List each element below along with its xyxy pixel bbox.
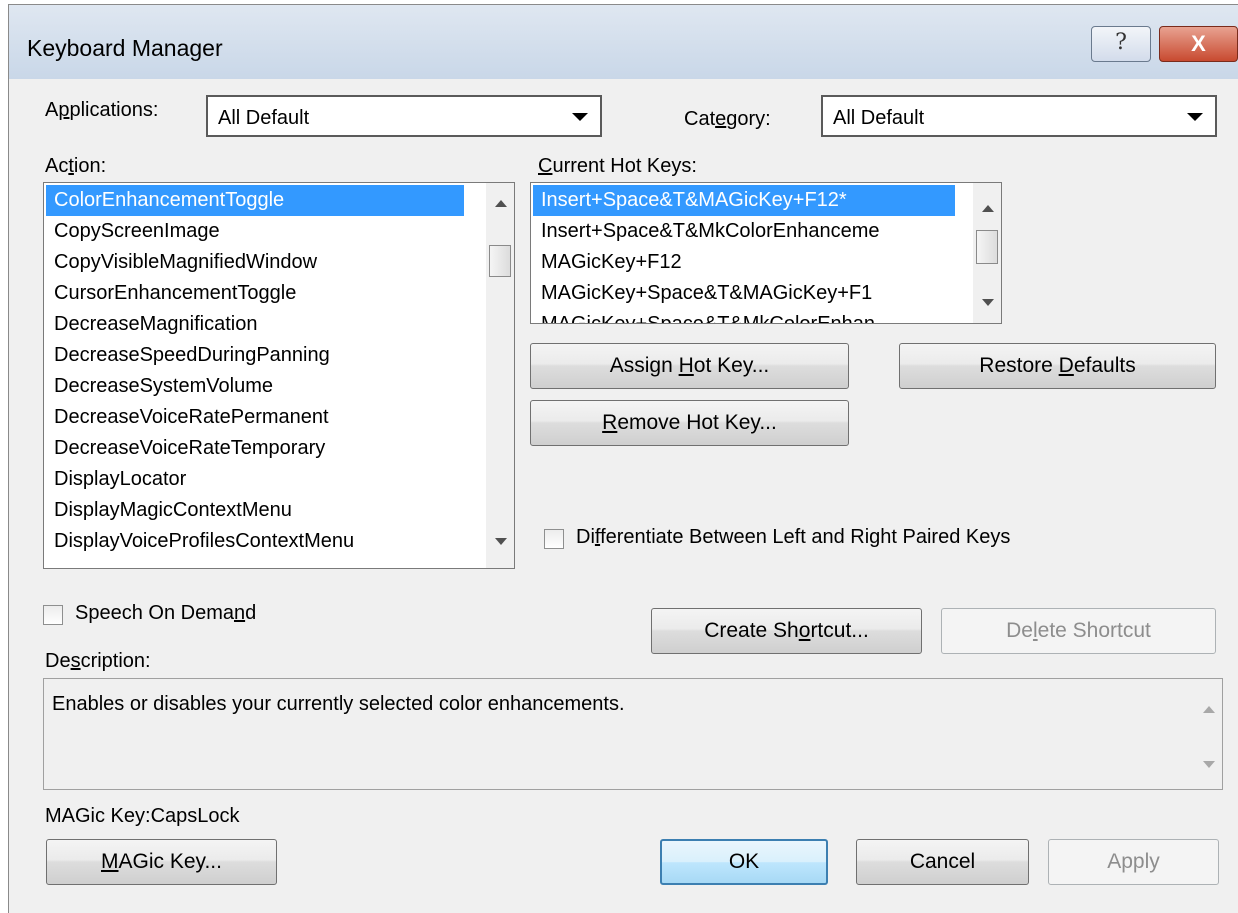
differentiate-checkbox[interactable]	[544, 529, 564, 549]
applications-value: All Default	[218, 107, 310, 129]
list-item[interactable]: MAGicKey+Space&T&MkColorEnhan	[533, 309, 955, 323]
list-item[interactable]: DecreaseSystemVolume	[46, 371, 464, 402]
magic-key-button[interactable]: MAGic Key...	[46, 839, 277, 885]
category-label: Category:	[684, 108, 771, 130]
speech-on-demand-label: Speech On Demand	[75, 602, 257, 624]
list-item[interactable]: Insert+Space&T&MAGicKey+F12*	[533, 185, 955, 216]
action-scrollbar[interactable]	[486, 183, 514, 568]
hot-keys-listbox[interactable]: Insert+Space&T&MAGicKey+F12* Insert+Space…	[530, 182, 1002, 324]
description-text: Enables or disables your currently selec…	[52, 693, 625, 715]
list-item[interactable]: DecreaseVoiceRatePermanent	[46, 402, 464, 433]
chevron-down-icon	[1187, 113, 1203, 121]
keyboard-manager-dialog: Keyboard Manager ? X Applications: All D…	[8, 4, 1238, 913]
cancel-button[interactable]: Cancel	[856, 839, 1029, 885]
scroll-thumb[interactable]	[489, 245, 511, 277]
action-label: Action:	[45, 155, 107, 177]
list-item[interactable]: CopyScreenImage	[46, 216, 464, 247]
list-item[interactable]: DisplayVoiceProfilesContextMenu	[46, 526, 464, 557]
hot-keys-items: Insert+Space&T&MAGicKey+F12* Insert+Space…	[533, 185, 955, 323]
applications-select[interactable]: All Default	[206, 95, 602, 137]
list-item[interactable]: DisplayMagicContextMenu	[46, 495, 464, 526]
create-shortcut-button[interactable]: Create Shortcut...	[651, 608, 922, 654]
action-items: ColorEnhancementToggle CopyScreenImage Cop…	[46, 185, 464, 557]
scroll-down-icon[interactable]	[982, 299, 994, 306]
scroll-down-icon[interactable]	[1203, 761, 1215, 768]
hot-keys-scrollbar[interactable]	[973, 183, 1001, 323]
applications-label: Applications:	[45, 99, 159, 121]
list-item[interactable]: DecreaseSpeedDuringPanning	[46, 340, 464, 371]
window-title: Keyboard Manager	[27, 35, 223, 61]
speech-on-demand-checkbox[interactable]	[43, 605, 63, 625]
chevron-down-icon	[572, 113, 588, 121]
assign-hot-key-button[interactable]: Assign Hot Key...	[530, 343, 849, 389]
list-item[interactable]: CopyVisibleMagnifiedWindow	[46, 247, 464, 278]
action-listbox[interactable]: ColorEnhancementToggle CopyScreenImage Cop…	[43, 182, 515, 569]
description-label: Description:	[45, 650, 151, 672]
scroll-thumb[interactable]	[976, 230, 998, 264]
scroll-up-icon[interactable]	[495, 200, 507, 207]
magic-key-status: MAGic Key:CapsLock	[45, 805, 240, 827]
list-item[interactable]: CursorEnhancementToggle	[46, 278, 464, 309]
list-item[interactable]: MAGicKey+F12	[533, 247, 955, 278]
scroll-up-icon[interactable]	[982, 205, 994, 212]
scroll-up-icon[interactable]	[1203, 706, 1215, 713]
list-item[interactable]: DecreaseMagnification	[46, 309, 464, 340]
close-button[interactable]: X	[1159, 26, 1238, 62]
delete-shortcut-button[interactable]: Delete Shortcut	[941, 608, 1216, 654]
category-value: All Default	[833, 107, 925, 129]
category-select[interactable]: All Default	[821, 95, 1217, 137]
apply-button[interactable]: Apply	[1048, 839, 1219, 885]
title-bar[interactable]: Keyboard Manager ? X	[9, 5, 1238, 79]
help-icon: ?	[1115, 30, 1127, 55]
restore-defaults-button[interactable]: Restore Defaults	[899, 343, 1216, 389]
list-item[interactable]: MAGicKey+Space&T&MAGicKey+F1	[533, 278, 955, 309]
list-item[interactable]: DisplayLocator	[46, 464, 464, 495]
ok-button[interactable]: OK	[660, 839, 828, 885]
description-scrollbar[interactable]	[1194, 679, 1222, 789]
differentiate-label: Differentiate Between Left and Right Pai…	[576, 526, 1011, 548]
close-icon: X	[1191, 31, 1206, 56]
current-hot-keys-label: Current Hot Keys:	[538, 155, 697, 177]
help-button[interactable]: ?	[1091, 26, 1151, 62]
list-item[interactable]: Insert+Space&T&MkColorEnhanceme	[533, 216, 955, 247]
description-box[interactable]: Enables or disables your currently selec…	[43, 678, 1223, 790]
scroll-down-icon[interactable]	[495, 538, 507, 545]
remove-hot-key-button[interactable]: Remove Hot Key...	[530, 400, 849, 446]
list-item[interactable]: DecreaseVoiceRateTemporary	[46, 433, 464, 464]
list-item[interactable]: ColorEnhancementToggle	[46, 185, 464, 216]
